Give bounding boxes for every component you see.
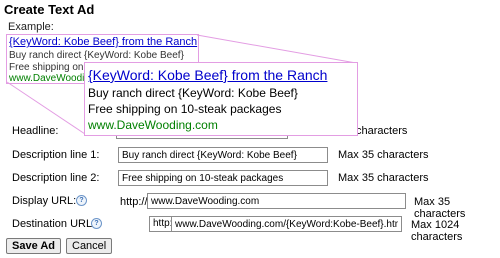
headline-max-chars: characters [356, 125, 408, 137]
destination-url-input[interactable] [171, 216, 402, 232]
description-line2-max-chars: Max 35 characters [338, 172, 429, 184]
example-ad-headline: {KeyWord: Kobe Beef} from the Ranch [9, 36, 198, 48]
description-line1-max-chars: Max 35 characters [338, 149, 429, 161]
description-line2-label: Description line 2: [12, 172, 100, 184]
magnified-ad-line1: Buy ranch direct {KeyWord: Kobe Beef} [88, 86, 298, 100]
destination-url-label: Destination URL: [12, 218, 96, 230]
description-line1-label: Description line 1: [12, 149, 100, 161]
display-url-prefix: http:// [120, 196, 148, 208]
example-ad-line2: Free shipping on 1 [9, 62, 92, 73]
save-ad-button[interactable]: Save Ad [6, 238, 62, 254]
cancel-button[interactable]: Cancel [66, 238, 113, 254]
magnified-ad-preview: {KeyWord: Kobe Beef} from the Ranch Buy … [84, 62, 358, 136]
example-label: Example: [8, 21, 54, 33]
page-title: Create Text Ad [4, 2, 95, 17]
description-line2-input[interactable] [118, 170, 328, 186]
magnified-ad-line2: Free shipping on 10-steak packages [88, 102, 282, 116]
display-url-input[interactable] [147, 193, 406, 209]
destination-url-help-icon[interactable]: ? [91, 218, 102, 229]
display-url-max-chars: Max 35 characters [414, 196, 466, 220]
description-line1-input[interactable] [118, 147, 328, 163]
destination-url-max-chars: Max 1024 characters [411, 219, 463, 243]
display-url-help-icon[interactable]: ? [76, 195, 87, 206]
headline-label: Headline: [12, 125, 59, 137]
example-ad-line1: Buy ranch direct {KeyWord: Kobe Beef} [9, 50, 184, 61]
magnified-ad-headline: {KeyWord: Kobe Beef} from the Ranch [88, 67, 328, 83]
display-url-label: Display URL: [12, 195, 77, 207]
magnified-ad-url: www.DaveWooding.com [88, 118, 218, 132]
